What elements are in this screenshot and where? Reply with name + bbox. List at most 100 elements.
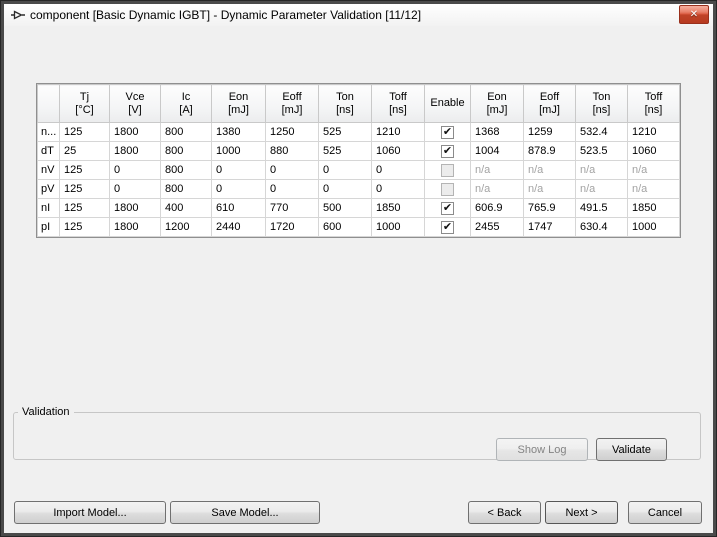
table-row: nV 125 0 800 0 0 0 0 n/a n/a n/a n/a xyxy=(38,161,680,180)
cell-eoff-result: 1259 xyxy=(524,123,576,142)
cell-eon-result: n/a xyxy=(471,180,524,199)
cell-vce[interactable]: 1800 xyxy=(110,142,161,161)
cell-eon[interactable]: 0 xyxy=(212,180,266,199)
cell-ic[interactable]: 800 xyxy=(161,161,212,180)
import-model-button[interactable]: Import Model... xyxy=(14,501,166,524)
cancel-button[interactable]: Cancel xyxy=(628,501,702,524)
column-header-vce: Vce[V] xyxy=(110,85,161,123)
cell-ton-result: 630.4 xyxy=(576,218,628,237)
column-header-ton: Ton[ns] xyxy=(319,85,372,123)
cell-toff[interactable]: 1850 xyxy=(372,199,425,218)
validation-group: Validation Show Log Validate xyxy=(13,406,701,460)
table-row: nI 125 1800 400 610 770 500 1850 ✔ 606.9… xyxy=(38,199,680,218)
cell-tj[interactable]: 25 xyxy=(60,142,110,161)
titlebar[interactable]: component [Basic Dynamic IGBT] - Dynamic… xyxy=(4,4,713,26)
cell-ic[interactable]: 800 xyxy=(161,142,212,161)
cell-eon-result: n/a xyxy=(471,161,524,180)
cell-tj[interactable]: 125 xyxy=(60,199,110,218)
cell-eon[interactable]: 1380 xyxy=(212,123,266,142)
cell-toff[interactable]: 0 xyxy=(372,180,425,199)
cell-ic[interactable]: 800 xyxy=(161,123,212,142)
cell-eoff-result: 878.9 xyxy=(524,142,576,161)
cell-eon-result: 2455 xyxy=(471,218,524,237)
row-label: nV xyxy=(38,161,60,180)
cell-tj[interactable]: 125 xyxy=(60,123,110,142)
cell-vce[interactable]: 0 xyxy=(110,180,161,199)
cell-eoff-result: n/a xyxy=(524,161,576,180)
close-button[interactable]: ✕ xyxy=(679,5,709,24)
cell-eoff-result: n/a xyxy=(524,180,576,199)
table-row: pI 125 1800 1200 2440 1720 600 1000 ✔ 24… xyxy=(38,218,680,237)
cell-enable xyxy=(425,161,471,180)
cell-ic[interactable]: 800 xyxy=(161,180,212,199)
column-header-enable: Enable xyxy=(425,85,471,123)
enable-checkbox[interactable]: ✔ xyxy=(441,221,454,234)
next-button[interactable]: Next > xyxy=(545,501,618,524)
cell-ton[interactable]: 500 xyxy=(319,199,372,218)
cell-ic[interactable]: 1200 xyxy=(161,218,212,237)
cell-eon[interactable]: 2440 xyxy=(212,218,266,237)
cell-ton[interactable]: 0 xyxy=(319,180,372,199)
column-header-eon-result: Eon[mJ] xyxy=(471,85,524,123)
dialog-window: component [Basic Dynamic IGBT] - Dynamic… xyxy=(0,0,717,537)
back-button[interactable]: < Back xyxy=(468,501,541,524)
column-header-toff: Toff[ns] xyxy=(372,85,425,123)
cell-eoff-result: 1747 xyxy=(524,218,576,237)
cell-vce[interactable]: 1800 xyxy=(110,199,161,218)
cell-ton-result: 491.5 xyxy=(576,199,628,218)
cell-ton-result: 532.4 xyxy=(576,123,628,142)
cell-ic[interactable]: 400 xyxy=(161,199,212,218)
cell-enable: ✔ xyxy=(425,123,471,142)
cell-eoff[interactable]: 0 xyxy=(266,161,319,180)
save-model-button[interactable]: Save Model... xyxy=(170,501,320,524)
column-header-eoff-result: Eoff[mJ] xyxy=(524,85,576,123)
cell-eoff[interactable]: 0 xyxy=(266,180,319,199)
cell-enable: ✔ xyxy=(425,199,471,218)
cell-toff-result: n/a xyxy=(628,161,680,180)
cell-ton[interactable]: 0 xyxy=(319,161,372,180)
cell-vce[interactable]: 1800 xyxy=(110,123,161,142)
cell-toff[interactable]: 1060 xyxy=(372,142,425,161)
cell-toff[interactable]: 1210 xyxy=(372,123,425,142)
cell-eoff[interactable]: 1250 xyxy=(266,123,319,142)
cell-vce[interactable]: 0 xyxy=(110,161,161,180)
validate-button[interactable]: Validate xyxy=(596,438,667,461)
corner-header xyxy=(38,85,60,123)
cell-tj[interactable]: 125 xyxy=(60,161,110,180)
show-log-button: Show Log xyxy=(496,438,588,461)
cell-eoff[interactable]: 1720 xyxy=(266,218,319,237)
cell-tj[interactable]: 125 xyxy=(60,218,110,237)
enable-checkbox[interactable]: ✔ xyxy=(441,145,454,158)
cell-toff[interactable]: 1000 xyxy=(372,218,425,237)
cell-tj[interactable]: 125 xyxy=(60,180,110,199)
enable-checkbox[interactable]: ✔ xyxy=(441,202,454,215)
row-label: pV xyxy=(38,180,60,199)
cell-enable xyxy=(425,180,471,199)
column-header-ic: Ic[A] xyxy=(161,85,212,123)
column-header-ton-result: Ton[ns] xyxy=(576,85,628,123)
enable-checkbox[interactable]: ✔ xyxy=(441,126,454,139)
cell-ton[interactable]: 525 xyxy=(319,142,372,161)
cell-toff[interactable]: 0 xyxy=(372,161,425,180)
cell-vce[interactable]: 1800 xyxy=(110,218,161,237)
close-icon: ✕ xyxy=(690,10,698,20)
cell-eon[interactable]: 1000 xyxy=(212,142,266,161)
column-header-eon: Eon[mJ] xyxy=(212,85,266,123)
cell-eon-result: 1368 xyxy=(471,123,524,142)
column-header-tj: Tj[°C] xyxy=(60,85,110,123)
cell-ton[interactable]: 525 xyxy=(319,123,372,142)
enable-checkbox xyxy=(441,183,454,196)
app-icon xyxy=(10,8,25,23)
cell-eon[interactable]: 610 xyxy=(212,199,266,218)
cell-ton-result: n/a xyxy=(576,180,628,199)
cell-ton-result: 523.5 xyxy=(576,142,628,161)
column-header-toff-result: Toff[ns] xyxy=(628,85,680,123)
row-label: dT xyxy=(38,142,60,161)
cell-ton[interactable]: 600 xyxy=(319,218,372,237)
cell-eoff[interactable]: 880 xyxy=(266,142,319,161)
cell-toff-result: 1000 xyxy=(628,218,680,237)
cell-eon[interactable]: 0 xyxy=(212,161,266,180)
cell-eon-result: 1004 xyxy=(471,142,524,161)
cell-eoff[interactable]: 770 xyxy=(266,199,319,218)
cell-eoff-result: 765.9 xyxy=(524,199,576,218)
